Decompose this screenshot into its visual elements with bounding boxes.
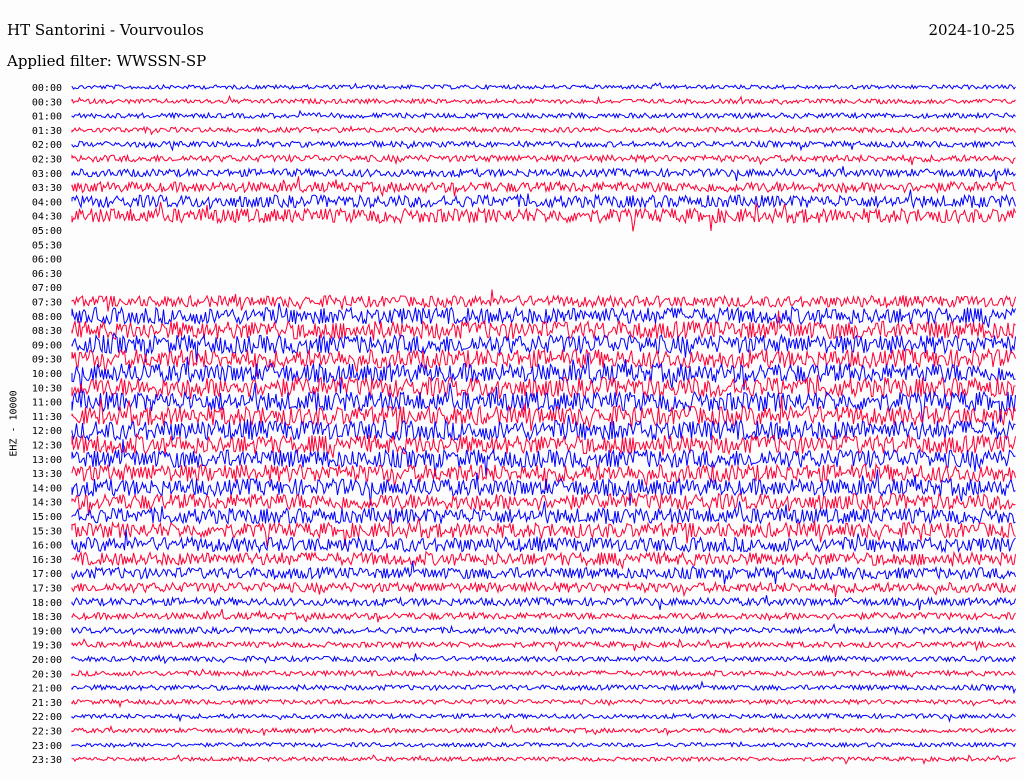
row-time-label: 15:00 (32, 512, 62, 523)
row-time-label: 06:30 (32, 269, 62, 280)
seismic-trace (71, 608, 1016, 623)
seismic-trace (71, 166, 1016, 182)
seismic-trace (71, 724, 1016, 737)
seismic-trace (71, 740, 1016, 749)
seismic-trace (71, 176, 1016, 198)
row-time-label: 20:00 (32, 655, 62, 666)
row-time-label: 22:00 (32, 712, 62, 723)
seismic-trace (71, 754, 1016, 765)
seismic-trace (71, 638, 1016, 653)
row-time-label: 13:30 (32, 469, 62, 480)
seismic-trace (71, 432, 1016, 458)
row-time-label: 08:30 (32, 326, 62, 337)
row-time-label: 01:30 (32, 126, 62, 137)
seismic-trace (71, 138, 1016, 152)
row-time-label: 18:00 (32, 598, 62, 609)
row-time-label: 21:30 (32, 698, 62, 709)
seismic-trace (71, 580, 1016, 598)
row-time-label: 11:30 (32, 412, 62, 423)
row-time-label: 16:30 (32, 555, 62, 566)
row-time-label: 19:30 (32, 641, 62, 652)
seismic-trace (71, 680, 1016, 695)
helicorder-plot: 00:00 00:30 01:00 01:30 02:00 02:30 03:00 03:30… (32, 81, 1016, 766)
row-time-label: 02:00 (32, 140, 62, 151)
row-time-label: 03:00 (32, 169, 62, 180)
row-time-label: 10:30 (32, 383, 62, 394)
row-time-label: 17:00 (32, 569, 62, 580)
seismic-trace (71, 302, 1016, 328)
row-time-label: 00:00 (32, 83, 62, 94)
seismic-trace (71, 668, 1016, 678)
seismic-trace (71, 109, 1016, 120)
row-time-label: 18:30 (32, 612, 62, 623)
row-time-label: 09:30 (32, 355, 62, 366)
row-time-label: 12:00 (32, 426, 62, 437)
seismic-trace (71, 289, 1016, 312)
row-time-label: 19:00 (32, 626, 62, 637)
row-time-label: 11:00 (32, 398, 62, 409)
seismic-trace (71, 201, 1016, 232)
seismic-trace (71, 81, 1016, 91)
row-time-label: 17:30 (32, 584, 62, 595)
row-time-label: 16:00 (32, 541, 62, 552)
row-time-label: 23:30 (32, 755, 62, 766)
row-time-label: 02:30 (32, 155, 62, 166)
row-time-label: 04:00 (32, 197, 62, 208)
seismic-trace (71, 153, 1016, 166)
row-time-label: 21:00 (32, 684, 62, 695)
seismic-trace (71, 189, 1016, 211)
row-time-label: 20:30 (32, 669, 62, 680)
row-time-label: 00:30 (32, 97, 62, 108)
seismic-trace (71, 712, 1016, 723)
row-time-label: 12:30 (32, 441, 62, 452)
seismic-trace (71, 125, 1016, 136)
row-time-label: 14:30 (32, 498, 62, 509)
seismic-trace (71, 374, 1016, 400)
row-time-label: 10:00 (32, 369, 62, 380)
row-time-label: 07:30 (32, 298, 62, 309)
row-time-label: 04:30 (32, 212, 62, 223)
row-time-label: 22:30 (32, 727, 62, 738)
row-time-label: 14:00 (32, 483, 62, 494)
row-time-label: 13:00 (32, 455, 62, 466)
seismic-trace (71, 622, 1016, 636)
row-time-label: 06:00 (32, 255, 62, 266)
seismic-trace (71, 653, 1016, 665)
seismic-trace (71, 595, 1016, 611)
row-time-label: 01:00 (32, 112, 62, 123)
row-time-label: 05:00 (32, 226, 62, 237)
seismic-trace (71, 698, 1016, 709)
row-time-label: 09:00 (32, 340, 62, 351)
seismic-trace (71, 560, 1016, 585)
row-time-label: 03:30 (32, 183, 62, 194)
seismic-trace (71, 550, 1016, 570)
row-time-label: 23:00 (32, 741, 62, 752)
row-time-label: 05:30 (32, 240, 62, 251)
row-time-label: 15:30 (32, 526, 62, 537)
row-time-label: 08:00 (32, 312, 62, 323)
seismic-trace (71, 529, 1016, 554)
seismic-trace (71, 94, 1016, 106)
row-time-label: 07:00 (32, 283, 62, 294)
